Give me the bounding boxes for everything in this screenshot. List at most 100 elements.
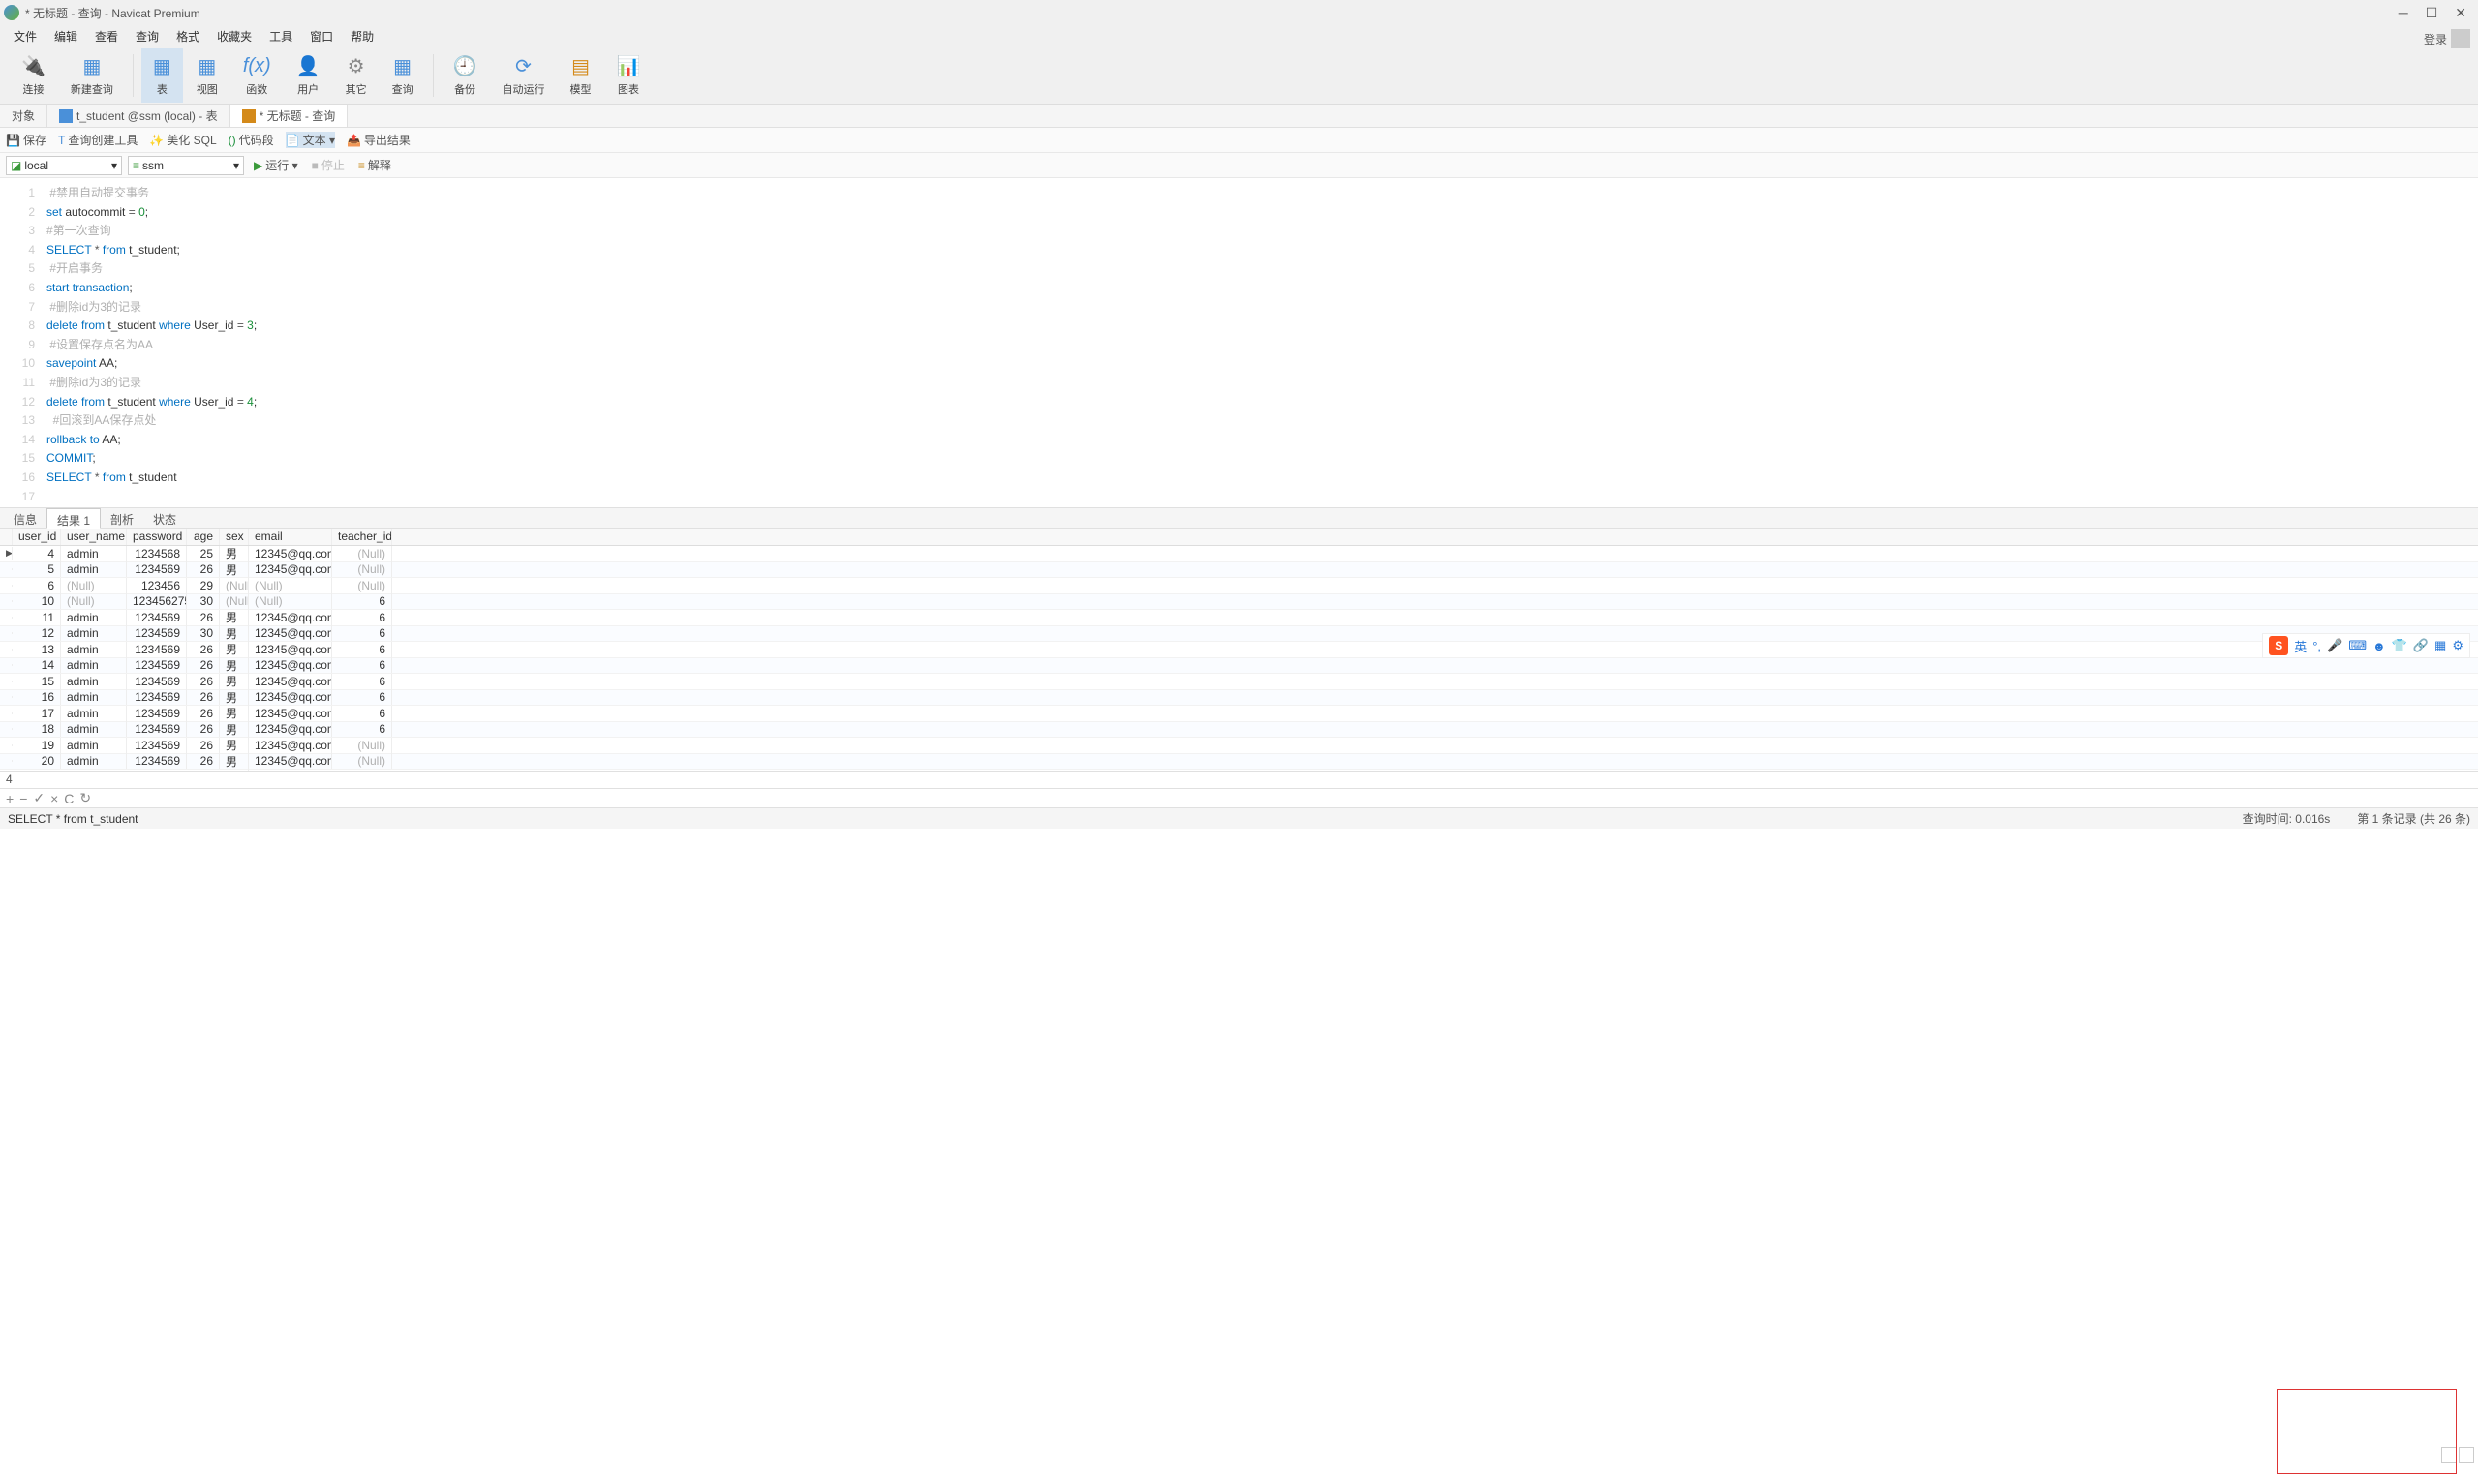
table-row[interactable]: 18admin123456926男12345@qq.com6 — [0, 722, 2478, 739]
视图-icon: ▦ — [198, 54, 216, 79]
tab-* 无标题 - 查询[interactable]: * 无标题 - 查询 — [230, 105, 349, 127]
result-tab-信息[interactable]: 信息 — [4, 508, 46, 528]
ime-link-icon[interactable]: 🔗 — [2413, 638, 2429, 653]
status-sql: SELECT * from t_student — [8, 812, 138, 826]
ime-cloth-icon[interactable]: 👕 — [2392, 638, 2407, 653]
minimize-button[interactable]: ─ — [2399, 5, 2408, 21]
explain-button[interactable]: ≡解释 — [354, 157, 395, 173]
avatar-icon — [2451, 29, 2470, 48]
menu-窗口[interactable]: 窗口 — [302, 26, 341, 46]
maximize-button[interactable]: ☐ — [2426, 5, 2438, 21]
ribbon-备份[interactable]: 🕘备份 — [442, 48, 489, 103]
menu-文件[interactable]: 文件 — [6, 26, 45, 46]
grid-op-−[interactable]: − — [19, 791, 27, 806]
menu-查看[interactable]: 查看 — [87, 26, 126, 46]
col-password[interactable]: password — [127, 529, 187, 545]
result-tab-剖析[interactable]: 剖析 — [101, 508, 143, 528]
col-user_name[interactable]: user_name — [61, 529, 127, 545]
ribbon-自动运行[interactable]: ⟳自动运行 — [491, 48, 557, 103]
form-view-icon[interactable] — [2459, 1447, 2474, 1463]
menu-查询[interactable]: 查询 — [128, 26, 167, 46]
result-tab-结果 1[interactable]: 结果 1 — [46, 508, 101, 529]
ime-punct-icon[interactable]: °, — [2312, 639, 2321, 653]
ime-lang[interactable]: 英 — [2294, 637, 2307, 655]
col-email[interactable]: email — [249, 529, 332, 545]
login-area[interactable]: 登录 — [2424, 29, 2470, 48]
chevron-down-icon: ▾ — [111, 159, 117, 172]
run-button[interactable]: ▶运行 ▾ — [250, 157, 302, 173]
window-title: * 无标题 - 查询 - Navicat Premium — [25, 5, 2399, 21]
query-icon — [242, 109, 256, 123]
tool-文本 ▾[interactable]: 📄文本 ▾ — [286, 132, 335, 148]
ime-grid-icon[interactable]: ▦ — [2434, 638, 2446, 653]
close-button[interactable]: ✕ — [2455, 5, 2466, 21]
col-teacher_id[interactable]: teacher_id — [332, 529, 392, 545]
sql-editor[interactable]: 1234567891011121314151617 #禁用自动提交事务set a… — [0, 178, 2478, 507]
table-row[interactable]: 5admin123456926男12345@qq.com(Null) — [0, 562, 2478, 579]
highlight-box — [2277, 1389, 2457, 1474]
ribbon-函数[interactable]: f(x)函数 — [231, 48, 283, 103]
新建查询-icon: ▦ — [82, 54, 101, 79]
table-row[interactable]: 15admin123456926男12345@qq.com6 — [0, 674, 2478, 690]
stop-button[interactable]: ■停止 — [308, 157, 349, 173]
ribbon-图表[interactable]: 📊图表 — [605, 48, 653, 103]
ime-gear-icon[interactable]: ⚙ — [2452, 638, 2463, 653]
menu-格式[interactable]: 格式 — [168, 26, 207, 46]
table-row[interactable]: 19admin123456926男12345@qq.com(Null) — [0, 738, 2478, 754]
code-area[interactable]: #禁用自动提交事务set autocommit = 0;#第一次查询SELECT… — [43, 178, 2478, 507]
play-icon: ▶ — [254, 159, 262, 172]
ime-mic-icon[interactable]: 🎤 — [2327, 638, 2342, 653]
ribbon-视图[interactable]: ▦视图 — [185, 48, 229, 103]
tool-美化 SQL[interactable]: ✨美化 SQL — [149, 132, 216, 148]
ribbon-用户[interactable]: 👤用户 — [285, 48, 332, 103]
保存-icon: 💾 — [6, 134, 20, 147]
table-row[interactable]: 11admin123456926男12345@qq.com6 — [0, 610, 2478, 626]
table-row[interactable]: 12admin123456930男12345@qq.com6 — [0, 626, 2478, 643]
result-tab-状态[interactable]: 状态 — [143, 508, 186, 528]
table-row[interactable]: 6(Null)12345629(Null)(Null)(Null) — [0, 578, 2478, 594]
connection-row: ◪local▾ ≡ssm▾ ▶运行 ▾ ■停止 ≡解释 — [0, 153, 2478, 178]
menu-帮助[interactable]: 帮助 — [343, 26, 382, 46]
tab-对象[interactable]: 对象 — [0, 105, 47, 127]
tool-代码段[interactable]: ()代码段 — [229, 132, 274, 148]
menu-工具[interactable]: 工具 — [261, 26, 300, 46]
ime-kbd-icon[interactable]: ⌨ — [2348, 638, 2367, 653]
grid-op-✓[interactable]: ✓ — [33, 790, 45, 806]
database-selector[interactable]: ≡ssm▾ — [128, 156, 244, 175]
table-row[interactable]: 10(Null)12345627530(Null)(Null)6 — [0, 594, 2478, 611]
result-grid[interactable]: user_iduser_namepasswordagesexemailteach… — [0, 529, 2478, 771]
table-row[interactable]: 16admin123456926男12345@qq.com6 — [0, 690, 2478, 707]
result-tabs: 信息结果 1剖析状态 — [0, 507, 2478, 529]
login-label: 登录 — [2424, 31, 2447, 47]
ime-toolbar[interactable]: S 英 °, 🎤 ⌨ ☻ 👕 🔗 ▦ ⚙ — [2262, 633, 2470, 658]
col-sex[interactable]: sex — [220, 529, 249, 545]
ribbon-查询[interactable]: ▦查询 — [381, 48, 425, 103]
ribbon-模型[interactable]: ▤模型 — [559, 48, 603, 103]
grid-op-C[interactable]: C — [64, 791, 74, 806]
col-user_id[interactable]: user_id — [13, 529, 61, 545]
tab-t_student @ssm (local) - 表[interactable]: t_student @ssm (local) - 表 — [47, 105, 230, 127]
menu-收藏夹[interactable]: 收藏夹 — [209, 26, 260, 46]
table-row[interactable]: 17admin123456926男12345@qq.com6 — [0, 706, 2478, 722]
grid-op-×[interactable]: × — [50, 791, 58, 806]
tool-导出结果[interactable]: 📤导出结果 — [347, 132, 411, 148]
table-row[interactable]: 13admin123456926男12345@qq.com6 — [0, 642, 2478, 658]
ribbon-新建查询[interactable]: ▦新建查询 — [59, 48, 125, 103]
connection-selector[interactable]: ◪local▾ — [6, 156, 122, 175]
grid-op-+[interactable]: + — [6, 791, 14, 806]
tool-查询创建工具[interactable]: T查询创建工具 — [58, 132, 138, 148]
ribbon-表[interactable]: ▦表 — [141, 48, 183, 103]
table-icon — [59, 109, 73, 123]
table-row[interactable]: 20admin123456926男12345@qq.com(Null) — [0, 754, 2478, 771]
tool-保存[interactable]: 💾保存 — [6, 132, 46, 148]
ribbon-其它[interactable]: ⚙其它 — [334, 48, 379, 103]
table-row[interactable]: 14admin123456926男12345@qq.com6 — [0, 658, 2478, 675]
ime-face-icon[interactable]: ☻ — [2372, 639, 2386, 653]
table-row[interactable]: ▶4admin123456825男12345@qq.com(Null) — [0, 546, 2478, 562]
col-age[interactable]: age — [187, 529, 220, 545]
tabbar: 对象t_student @ssm (local) - 表* 无标题 - 查询 — [0, 105, 2478, 128]
ribbon: 🔌连接▦新建查询 ▦表▦视图f(x)函数👤用户⚙其它▦查询 🕘备份⟳自动运行▤模型📊… — [0, 46, 2478, 105]
grid-op-↻[interactable]: ↻ — [79, 790, 91, 806]
ribbon-连接[interactable]: 🔌连接 — [10, 48, 57, 103]
menu-编辑[interactable]: 编辑 — [46, 26, 85, 46]
